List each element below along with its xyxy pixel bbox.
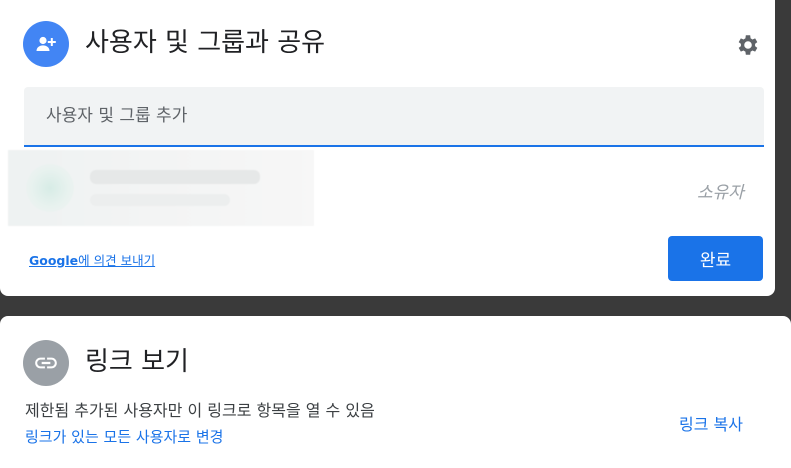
owner-name-blurred: [90, 170, 260, 184]
owner-email-blurred: [90, 194, 230, 206]
add-people-input[interactable]: [24, 87, 764, 145]
copy-link-button[interactable]: 링크 복사: [679, 411, 743, 435]
link-icon: [23, 340, 69, 386]
gear-icon[interactable]: [734, 31, 762, 59]
done-button[interactable]: 완료: [668, 236, 763, 281]
owner-row: [8, 150, 314, 226]
change-link-access-link[interactable]: 링크가 있는 모든 사용자로 변경: [25, 426, 223, 447]
person-add-icon: [23, 21, 69, 67]
add-people-field[interactable]: [24, 87, 764, 147]
link-panel-title: 링크 보기: [85, 347, 189, 377]
send-feedback-link[interactable]: Google에 의견 보내기: [29, 250, 155, 269]
owner-role-label: 소유자: [697, 183, 744, 203]
share-dialog-title: 사용자 및 그룹과 공유: [85, 28, 326, 58]
share-dialog: 사용자 및 그룹과 공유 소유자 Google에 의견 보내기 완료: [0, 0, 775, 296]
link-restriction-text: 제한됨 추가된 사용자만 이 링크로 항목을 열 수 있음: [25, 401, 375, 420]
feedback-brand: Google: [29, 253, 79, 268]
avatar: [26, 164, 74, 212]
feedback-text: 에 의견 보내기: [78, 253, 156, 268]
